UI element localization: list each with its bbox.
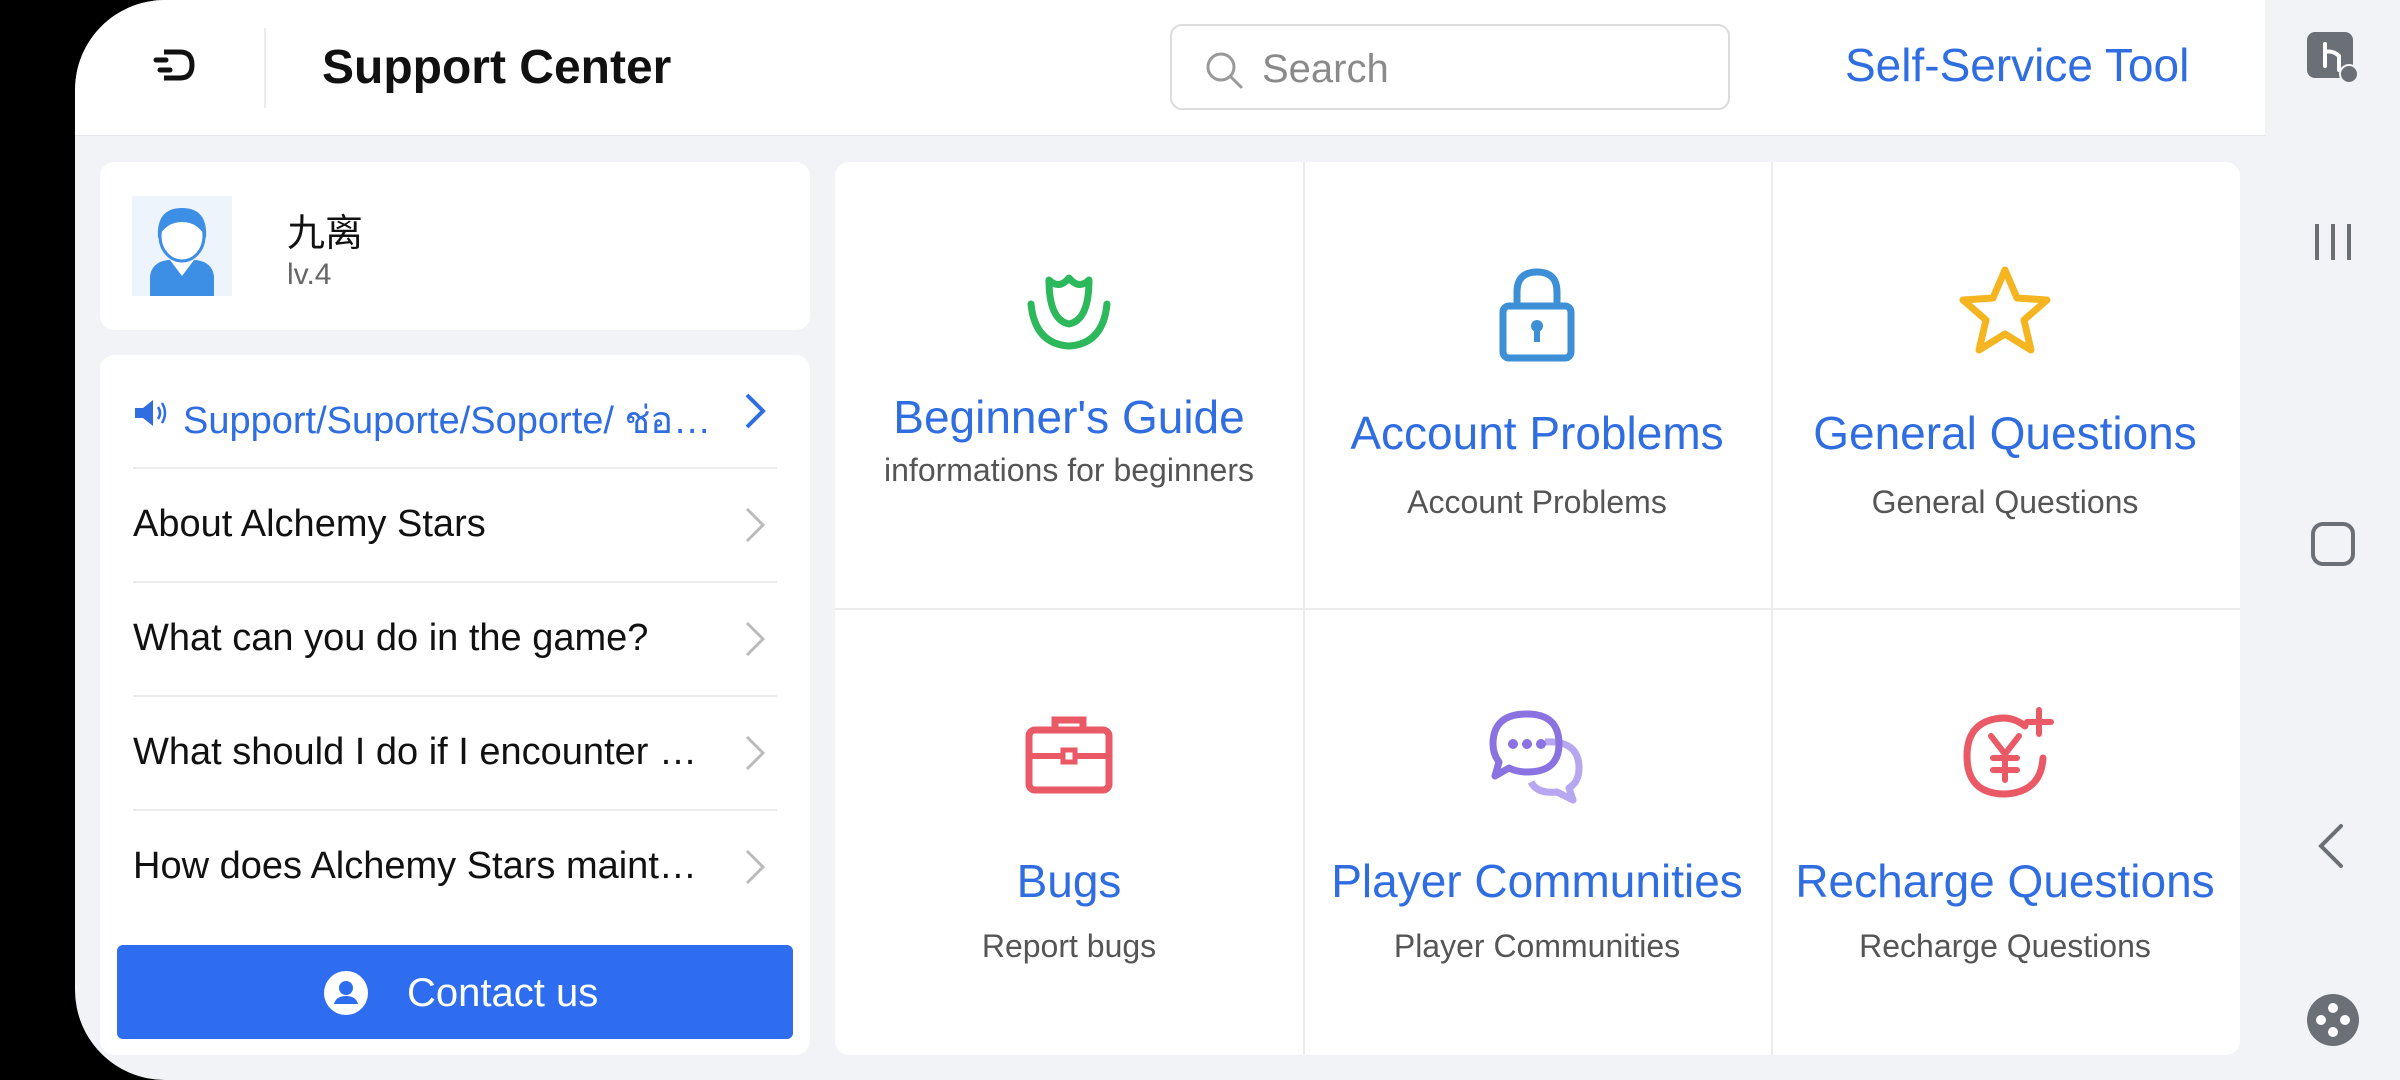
- touch-lock-icon[interactable]: [2305, 30, 2361, 86]
- chat-bubbles-icon: [1489, 710, 1583, 804]
- category-subtitle: General Questions: [1871, 484, 2139, 520]
- chevron-right-icon: [745, 393, 766, 429]
- username: 九离: [287, 213, 364, 255]
- category-title: Recharge Questions: [1795, 855, 2215, 907]
- faq-list: Support/Suporte/Soporte/ ช่องทางติดต่อ A…: [100, 355, 810, 1055]
- category-recharge-questions[interactable]: Recharge Questions Recharge Questions: [1771, 608, 2239, 1054]
- category-subtitle: Account Problems: [1407, 484, 1667, 520]
- chevron-right-icon: [745, 621, 766, 657]
- lock-icon: [1499, 268, 1575, 362]
- header-separator: [264, 28, 266, 108]
- faq-item-label: What can you do in the game?: [133, 617, 649, 659]
- category-player-communities[interactable]: Player Communities Player Communities: [1303, 608, 1771, 1054]
- chevron-right-icon: [745, 849, 766, 885]
- category-general-questions[interactable]: General Questions General Questions: [1771, 162, 2239, 608]
- category-title: Bugs: [1016, 855, 1122, 907]
- faq-notice-item[interactable]: Support/Suporte/Soporte/ ช่องทางติดต่อ: [133, 355, 777, 469]
- game-launcher-icon[interactable]: [2305, 992, 2361, 1048]
- category-bugs[interactable]: Bugs Report bugs: [835, 608, 1303, 1054]
- faq-item-fairness[interactable]: How does Alchemy Stars maintain fairness…: [133, 811, 777, 925]
- faq-item-label: What should I do if I encounter problems…: [133, 731, 713, 773]
- category-subtitle: informations for beginners: [884, 452, 1254, 488]
- speaker-icon: [135, 400, 167, 426]
- contact-us-button[interactable]: Contact us: [117, 945, 793, 1039]
- faq-notice-label: Support/Suporte/Soporte/ ช่องทางติดต่อ: [183, 400, 723, 442]
- star-icon: [1959, 266, 2051, 354]
- search-icon: [1206, 52, 1243, 89]
- category-subtitle: Player Communities: [1393, 928, 1681, 964]
- category-beginners-guide[interactable]: Beginner's Guide informations for beginn…: [835, 162, 1303, 608]
- category-subtitle: Report bugs: [981, 928, 1157, 964]
- user-profile-card: 九离 lv.4: [100, 162, 810, 330]
- home-icon[interactable]: [2305, 516, 2361, 572]
- chevron-right-icon: [745, 507, 766, 543]
- chevron-right-icon: [745, 735, 766, 771]
- yen-plus-icon: [1963, 707, 2054, 798]
- self-service-tool-link[interactable]: Self-Service Tool: [1845, 38, 2189, 92]
- user-level: lv.4: [287, 258, 332, 291]
- back-icon[interactable]: [2305, 818, 2361, 874]
- faq-item-about[interactable]: About Alchemy Stars: [133, 469, 777, 583]
- faq-item-what-can-you-do[interactable]: What can you do in the game?: [133, 583, 777, 697]
- page-title: Support Center: [322, 41, 672, 94]
- search-input[interactable]: [1260, 40, 1704, 98]
- top-bar: Support Center Self-Service Tool: [75, 0, 2265, 136]
- category-account-problems[interactable]: Account Problems Account Problems: [1303, 162, 1771, 608]
- user-circle-icon: [324, 971, 368, 1015]
- briefcase-icon: [1025, 716, 1113, 794]
- contact-us-label: Contact us: [407, 971, 599, 1015]
- category-title: Account Problems: [1350, 407, 1724, 459]
- tulip-icon: [1027, 274, 1111, 350]
- category-title: Player Communities: [1331, 855, 1743, 907]
- back-logo-icon[interactable]: [150, 40, 200, 90]
- faq-item-encounter-problems[interactable]: What should I do if I encounter problems…: [133, 697, 777, 811]
- category-title: General Questions: [1813, 407, 2197, 459]
- system-navigation-bar: [2265, 0, 2400, 1080]
- category-grid: Beginner's Guide informations for beginn…: [835, 162, 2240, 1055]
- category-title: Beginner's Guide: [893, 391, 1245, 443]
- category-subtitle: Recharge Questions: [1859, 928, 2151, 964]
- faq-item-label: About Alchemy Stars: [133, 503, 486, 545]
- support-center-app: Support Center Self-Service Tool 九离 lv.4: [75, 0, 2265, 1080]
- faq-item-label: How does Alchemy Stars maintain fairness…: [133, 845, 713, 887]
- search-box[interactable]: [1170, 24, 1730, 110]
- recent-apps-icon[interactable]: [2305, 214, 2361, 270]
- avatar: [132, 196, 232, 296]
